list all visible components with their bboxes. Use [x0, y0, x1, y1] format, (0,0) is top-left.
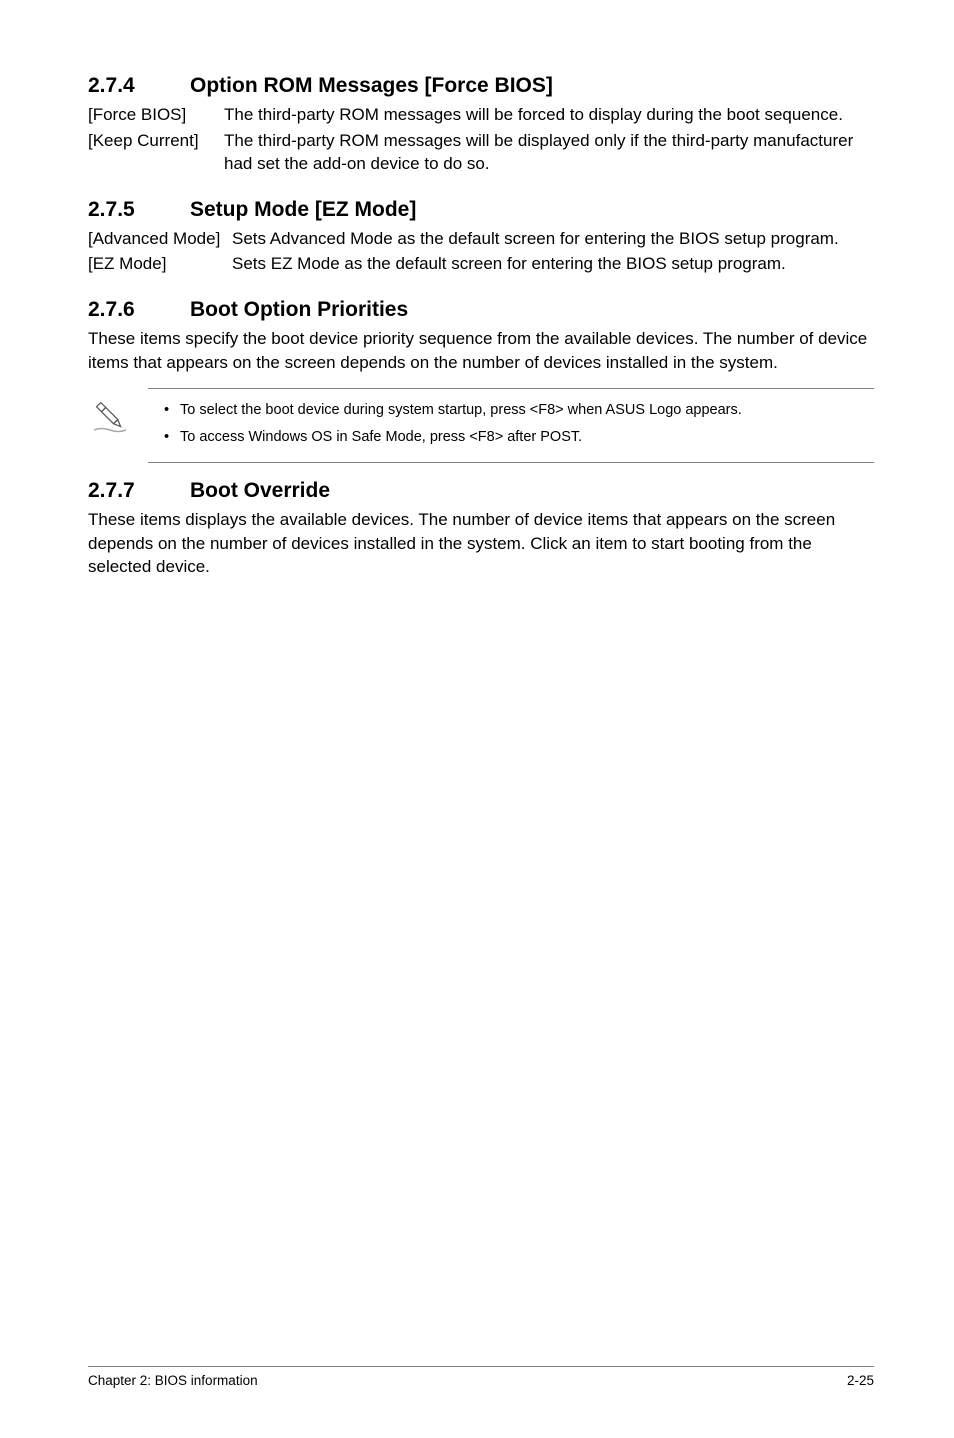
definition-description: The third-party ROM messages will be for…	[224, 103, 874, 126]
section-title: Option ROM Messages [Force BIOS]	[190, 74, 553, 97]
footer-page-number: 2-25	[847, 1373, 874, 1388]
definition-description: The third-party ROM messages will be dis…	[224, 129, 874, 176]
note-item: To select the boot device during system …	[180, 399, 874, 421]
definition-description: Sets Advanced Mode as the default screen…	[232, 227, 874, 250]
section-title: Boot Override	[190, 479, 330, 502]
pencil-note-icon	[88, 388, 148, 443]
definition-term: [Advanced Mode]	[88, 227, 232, 250]
definition-row: [EZ Mode] Sets EZ Mode as the default sc…	[88, 252, 874, 275]
section-title: Boot Option Priorities	[190, 298, 408, 321]
note-block: To select the boot device during system …	[88, 388, 874, 463]
section-title: Setup Mode [EZ Mode]	[190, 198, 416, 221]
section-heading-274: 2.7.4Option ROM Messages [Force BIOS]	[88, 72, 874, 99]
definition-description: Sets EZ Mode as the default screen for e…	[232, 252, 874, 275]
definition-row: [Force BIOS] The third-party ROM message…	[88, 103, 874, 126]
definition-row: [Keep Current] The third-party ROM messa…	[88, 129, 874, 176]
section-body: These items specify the boot device prio…	[88, 327, 874, 374]
section-heading-277: 2.7.7Boot Override	[88, 477, 874, 504]
section-number: 2.7.4	[88, 72, 190, 99]
definition-row: [Advanced Mode] Sets Advanced Mode as th…	[88, 227, 874, 250]
footer-chapter: Chapter 2: BIOS information	[88, 1373, 258, 1388]
section-heading-275: 2.7.5Setup Mode [EZ Mode]	[88, 196, 874, 223]
section-number: 2.7.5	[88, 196, 190, 223]
section-number: 2.7.6	[88, 296, 190, 323]
definition-term: [Keep Current]	[88, 129, 224, 176]
section-body: These items displays the available devic…	[88, 508, 874, 578]
section-number: 2.7.7	[88, 477, 190, 504]
page-footer: Chapter 2: BIOS information 2-25	[88, 1366, 874, 1388]
note-content: To select the boot device during system …	[148, 388, 874, 463]
definition-term: [EZ Mode]	[88, 252, 232, 275]
definition-term: [Force BIOS]	[88, 103, 224, 126]
note-item: To access Windows OS in Safe Mode, press…	[180, 426, 874, 448]
section-heading-276: 2.7.6Boot Option Priorities	[88, 296, 874, 323]
